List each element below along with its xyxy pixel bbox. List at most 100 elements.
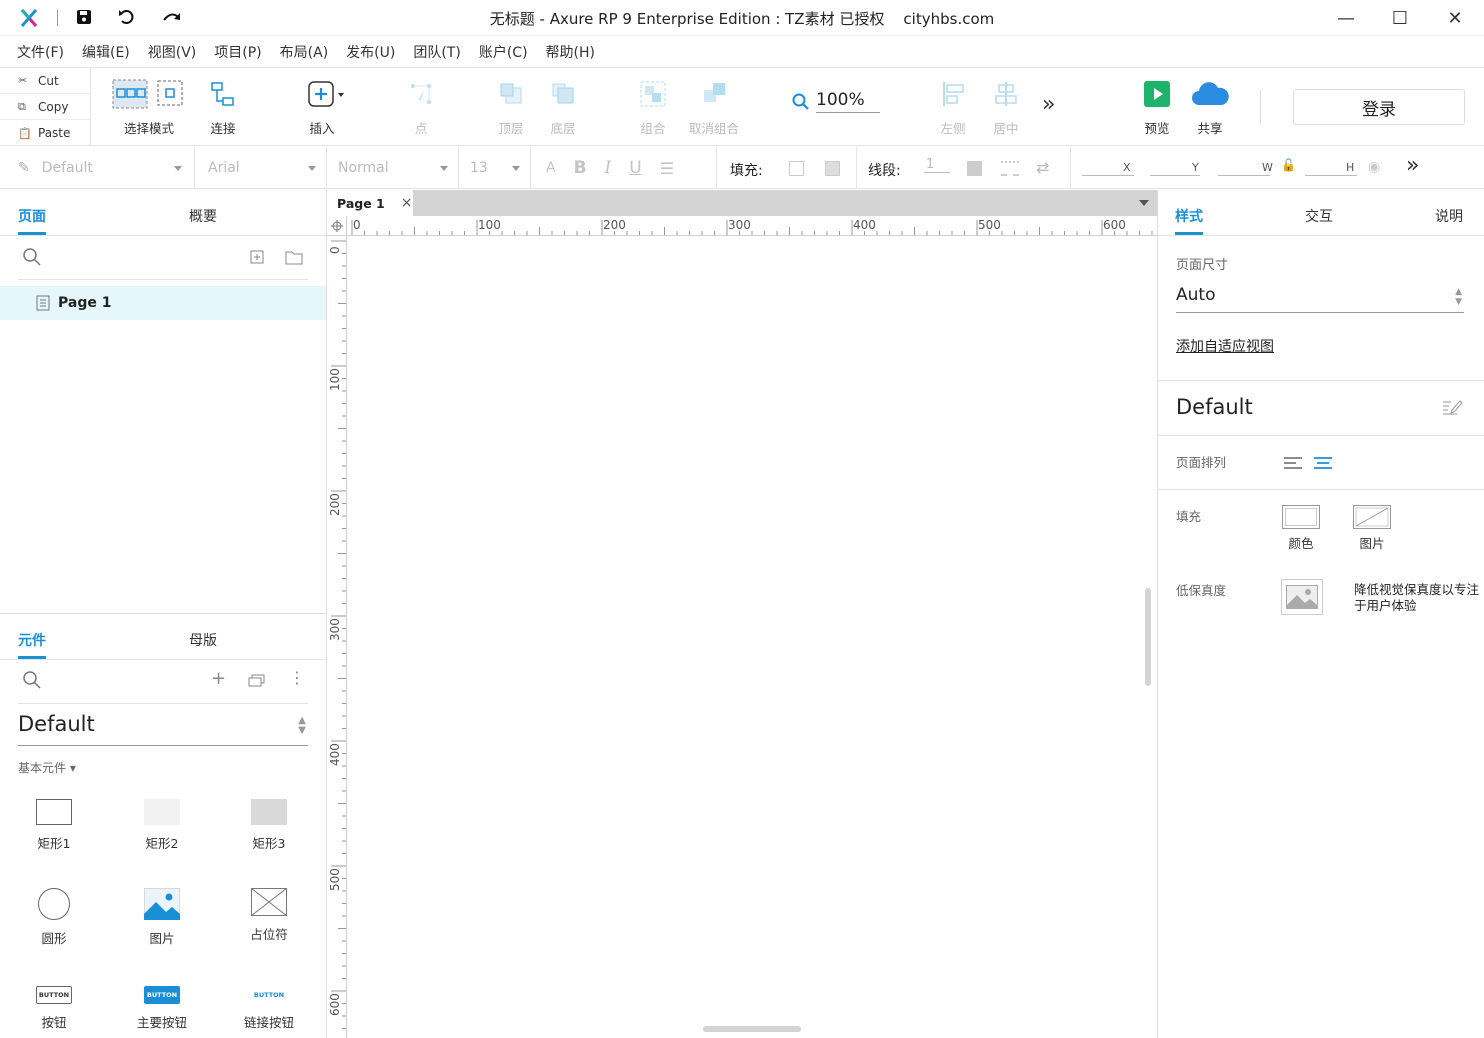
horizontal-scrollbar[interactable] [703,1026,801,1032]
line-width-input[interactable]: 1 [924,157,950,173]
widget-link-button[interactable]: BUTTON 链接按钮 [219,986,319,1031]
design-canvas[interactable] [348,237,1157,1038]
toolbar-more-button[interactable]: » [1042,92,1055,117]
format-more-button[interactable]: » [1406,153,1419,178]
low-fidelity-description: 降低视觉保真度以专注于用户体验 [1354,582,1480,613]
ruler-origin-icon[interactable] [327,216,347,236]
widget-category[interactable]: 基本元件 ▾ [18,759,76,776]
low-fidelity-toggle[interactable] [1281,579,1323,615]
font-size-select[interactable]: 13 [470,156,526,180]
menu-edit[interactable]: 编辑(E) [73,42,139,62]
edit-style-icon[interactable] [1441,398,1463,416]
search-icon[interactable] [22,247,42,267]
align-left-icon[interactable] [1284,456,1302,470]
underline-icon[interactable]: U [629,158,641,178]
close-button[interactable]: ✕ [1441,6,1469,30]
tab-style[interactable]: 样式 [1175,206,1203,235]
widget-label: 占位符 [250,927,288,942]
point-button[interactable]: 点 [400,74,442,142]
tab-notes[interactable]: 说明 [1435,206,1463,226]
add-folder-icon[interactable] [285,249,303,265]
format-divider [530,147,531,189]
insert-button[interactable]: 插入 [298,74,346,142]
send-to-back-button[interactable]: 底层 [542,74,584,142]
group-button[interactable]: 组合 [632,74,674,142]
align-center-button[interactable]: 居中 [985,74,1027,142]
page-size-select[interactable]: Auto ▲ ▼ [1176,285,1464,313]
minimize-button[interactable]: — [1332,6,1360,30]
bold-icon[interactable]: B [574,158,587,178]
menu-arrange[interactable]: 布局(A) [271,42,338,62]
widget-circle[interactable]: 圆形 [4,888,104,947]
tab-masters[interactable]: 母版 [189,630,217,650]
tab-interactions[interactable]: 交互 [1305,206,1333,226]
font-select[interactable]: Arial [208,156,322,180]
visibility-icon[interactable]: ◉ [1368,159,1380,175]
line-pattern-icon[interactable] [1001,161,1019,176]
line-color-swatch[interactable] [967,161,982,176]
tab-widgets[interactable]: 元件 [18,630,46,659]
menu-file[interactable]: 文件(F) [8,42,73,62]
document-tab[interactable]: Page 1 × [327,190,413,216]
widget-rectangle-3[interactable]: 矩形3 [219,799,319,852]
maximize-button[interactable]: ☐ [1386,6,1414,30]
rectangle-icon [36,799,72,825]
bullet-list-icon[interactable]: ☰ [660,159,674,178]
font-weight-select[interactable]: Normal [338,156,454,180]
arrow-style-icon[interactable]: ⇄ [1036,158,1049,177]
vertical-scrollbar[interactable] [1145,588,1151,686]
widget-primary-button[interactable]: BUTTON 主要按钮 [112,986,212,1031]
ungroup-button[interactable]: 取消组合 [686,74,742,142]
align-center-icon[interactable] [1314,456,1332,470]
h-input[interactable] [1305,175,1357,176]
fill-color-swatch[interactable] [789,161,804,176]
shadow-swatch[interactable] [825,161,840,176]
add-library-icon[interactable]: + [211,668,226,689]
search-icon[interactable] [22,670,42,690]
menu-project[interactable]: 项目(P) [205,42,270,62]
widget-rectangle-2[interactable]: 矩形2 [112,799,212,852]
style-select[interactable]: ✎ Default [18,156,188,180]
w-input[interactable] [1218,175,1270,176]
italic-icon[interactable]: I [605,158,612,178]
select-mode-button[interactable]: 选择模式 [104,74,194,142]
align-left-button[interactable]: 左侧 [932,74,974,142]
paste-button[interactable]: 📋 Paste [0,120,90,146]
fill-image-button[interactable]: 图片 [1352,505,1392,552]
add-page-icon[interactable] [250,250,264,264]
menu-account[interactable]: 账户(C) [470,42,537,62]
library-select[interactable]: Default ▲ ▼ [18,712,308,746]
close-tab-icon[interactable]: × [401,195,413,211]
font-color-icon[interactable]: A [546,160,556,176]
preview-button[interactable]: 预览 [1136,74,1178,142]
add-adaptive-view-link[interactable]: 添加自适应视图 [1176,336,1274,356]
copy-button[interactable]: ⧉ Copy [0,94,90,120]
widget-image[interactable]: 图片 [112,888,212,947]
page-size-value: Auto [1176,285,1216,305]
ruler-label: 300 [728,218,751,232]
share-button[interactable]: 共享 [1186,74,1234,142]
menu-team[interactable]: 团队(T) [404,42,469,62]
low-fidelity-image-icon [1286,585,1318,609]
menu-publish[interactable]: 发布(U) [337,42,404,62]
connect-button[interactable]: 连接 [200,74,246,142]
tab-outline[interactable]: 概要 [189,206,217,226]
menu-help[interactable]: 帮助(H) [537,42,604,62]
zoom-control[interactable]: 100% [792,90,880,113]
menu-view[interactable]: 视图(V) [139,42,206,62]
bring-to-front-button[interactable]: 顶层 [490,74,532,142]
login-button[interactable]: 登录 [1293,89,1465,125]
more-options-icon[interactable]: ⋮ [289,668,305,687]
fill-color-button[interactable]: 颜色 [1281,505,1321,552]
page-item[interactable]: Page 1 [0,286,326,320]
y-input[interactable] [1150,175,1200,176]
x-input[interactable] [1082,175,1134,176]
widget-button[interactable]: BUTTON 按钮 [4,986,104,1031]
tab-pages[interactable]: 页面 [18,206,46,235]
widget-placeholder[interactable]: 占位符 [219,888,319,943]
lock-icon[interactable]: 🔓 [1281,158,1296,172]
library-menu-icon[interactable] [248,673,266,687]
cut-button[interactable]: ✂ Cut [0,68,90,94]
tab-dropdown-icon[interactable] [1139,200,1149,206]
widget-rectangle-1[interactable]: 矩形1 [4,799,104,852]
